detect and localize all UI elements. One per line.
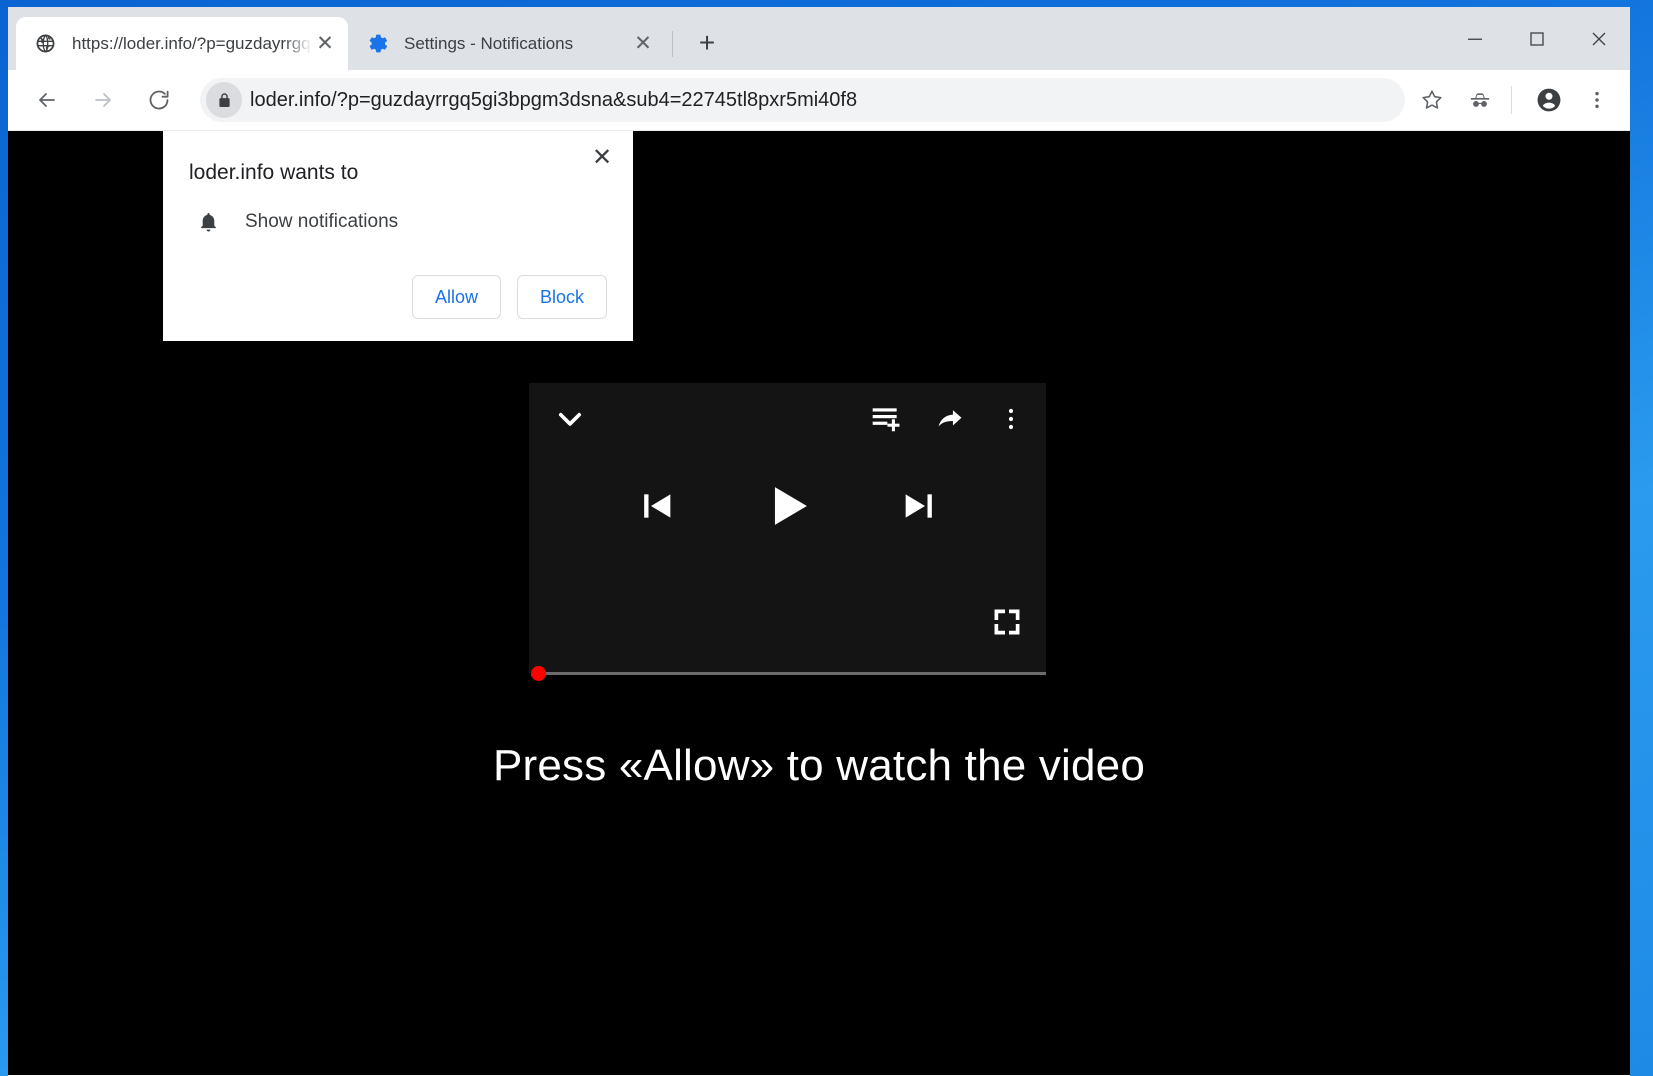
incognito-icon[interactable]: [1459, 79, 1501, 121]
close-button[interactable]: [1568, 7, 1630, 70]
address-bar[interactable]: loder.info/?p=guzdayrrgq5gi3bpgm3dsna&su…: [200, 78, 1405, 122]
add-to-queue-icon[interactable]: [870, 403, 902, 435]
progress-thumb[interactable]: [531, 666, 546, 681]
more-actions-icon[interactable]: [998, 406, 1024, 432]
previous-icon[interactable]: [637, 486, 677, 526]
dialog-actions: Allow Block: [189, 275, 609, 319]
maximize-button[interactable]: [1506, 7, 1568, 70]
tab-title: https://loder.info/?p=guzdayrrgq: [72, 34, 312, 54]
url-text[interactable]: loder.info/?p=guzdayrrgq5gi3bpgm3dsna&su…: [250, 89, 857, 112]
tab-separator: [672, 31, 673, 57]
window-controls: [1444, 7, 1630, 70]
gear-icon: [366, 33, 388, 55]
toolbar-separator: [1511, 86, 1512, 114]
tab-loder-info[interactable]: https://loder.info/?p=guzdayrrgq ✕: [16, 17, 348, 70]
progress-bar[interactable]: [529, 663, 1046, 683]
bookmark-star-icon[interactable]: [1411, 79, 1453, 121]
progress-track: [535, 672, 1046, 675]
tab-close-button[interactable]: ✕: [630, 31, 656, 57]
new-tab-button[interactable]: +: [687, 23, 727, 63]
fullscreen-icon[interactable]: [990, 605, 1024, 639]
permission-label: Show notifications: [245, 211, 398, 233]
permission-row: Show notifications: [189, 207, 609, 237]
tab-close-button[interactable]: ✕: [312, 31, 338, 57]
lock-icon[interactable]: [206, 82, 242, 118]
call-to-action-text: Press «Allow» to watch the video: [8, 741, 1630, 791]
notification-permission-dialog: ✕ loder.info wants to Show notifications…: [163, 131, 633, 341]
video-player: [529, 383, 1046, 673]
dialog-title: loder.info wants to: [189, 161, 609, 185]
browser-window: https://loder.info/?p=guzdayrrgq ✕ Setti…: [8, 7, 1630, 1076]
back-button[interactable]: [26, 79, 68, 121]
bell-icon: [193, 207, 223, 237]
chrome-menu-icon[interactable]: [1576, 79, 1618, 121]
chevron-down-icon[interactable]: [553, 402, 587, 436]
tab-title: Settings - Notifications: [404, 34, 630, 54]
avatar[interactable]: [1528, 79, 1570, 121]
block-button[interactable]: Block: [517, 275, 607, 319]
forward-button[interactable]: [82, 79, 124, 121]
tab-strip: https://loder.info/?p=guzdayrrgq ✕ Setti…: [8, 7, 1630, 70]
player-top-bar: [529, 383, 1046, 455]
tab-settings-notifications[interactable]: Settings - Notifications ✕: [348, 17, 666, 70]
minimize-button[interactable]: [1444, 7, 1506, 70]
browser-toolbar: loder.info/?p=guzdayrrgq5gi3bpgm3dsna&su…: [8, 70, 1630, 131]
player-top-actions: [870, 403, 1024, 435]
next-icon[interactable]: [899, 486, 939, 526]
close-icon[interactable]: ✕: [585, 141, 619, 175]
globe-icon: [34, 33, 56, 55]
page-content: ✕ loder.info wants to Show notifications…: [8, 131, 1630, 1075]
page-scrollbar[interactable]: [1626, 131, 1630, 1075]
player-transport-controls: [529, 479, 1046, 533]
allow-button[interactable]: Allow: [412, 275, 501, 319]
play-icon[interactable]: [761, 479, 815, 533]
share-icon[interactable]: [934, 403, 966, 435]
reload-button[interactable]: [138, 79, 180, 121]
